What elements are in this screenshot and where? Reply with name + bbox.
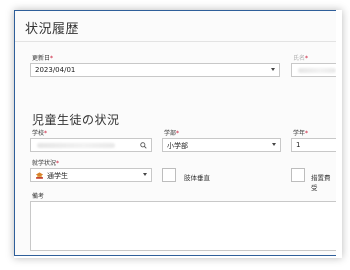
checkbox-measure-label: 措置費受 bbox=[311, 174, 331, 192]
department-value: 小学部 bbox=[167, 142, 188, 150]
window-title: 状況履歴 bbox=[25, 22, 80, 37]
required-mark: * bbox=[176, 130, 180, 137]
required-mark: * bbox=[305, 130, 309, 137]
department-label-text: 学部 bbox=[164, 130, 177, 137]
grade-label-text: 学年 bbox=[293, 130, 306, 137]
status-history-window: 状況履歴 更新日* 2023/04/01 氏名* 児童生徒の状況 学校* 学部*… bbox=[14, 10, 336, 256]
grade-value: 1 bbox=[296, 141, 301, 149]
notes-label: 備考 bbox=[32, 193, 45, 200]
update-date-label-text: 更新日 bbox=[32, 55, 51, 62]
name-field[interactable] bbox=[291, 63, 336, 77]
checkbox-physical-label: 肢体垂直 bbox=[184, 174, 210, 182]
school-label: 学校* bbox=[32, 128, 47, 137]
chevron-down-icon bbox=[272, 143, 276, 146]
name-label-text: 氏名 bbox=[293, 55, 306, 62]
chevron-down-icon bbox=[271, 68, 275, 71]
checkbox-physical[interactable] bbox=[162, 168, 176, 182]
search-icon[interactable] bbox=[140, 142, 147, 149]
redacted-name bbox=[298, 68, 336, 73]
window-header: 状況履歴 bbox=[15, 11, 336, 42]
update-date-select[interactable]: 2023/04/01 bbox=[30, 63, 280, 77]
required-mark: * bbox=[305, 55, 309, 62]
name-label: 氏名* bbox=[293, 53, 308, 62]
update-date-label: 更新日* bbox=[32, 53, 53, 62]
student-status-icon bbox=[35, 172, 44, 179]
section-title: 児童生徒の状況 bbox=[32, 113, 120, 127]
department-label: 学部* bbox=[164, 128, 179, 137]
required-mark: * bbox=[50, 55, 54, 62]
required-mark: * bbox=[56, 160, 60, 167]
chevron-down-icon bbox=[143, 173, 147, 176]
attendance-select[interactable]: 通学生 bbox=[30, 168, 152, 182]
school-field[interactable] bbox=[30, 138, 152, 152]
school-label-text: 学校 bbox=[32, 130, 45, 137]
update-date-value: 2023/04/01 bbox=[35, 66, 76, 74]
notes-textarea[interactable] bbox=[30, 201, 336, 251]
grade-field[interactable]: 1 bbox=[291, 138, 336, 152]
redacted-school bbox=[37, 143, 115, 148]
attendance-label-text: 就学状況 bbox=[32, 160, 57, 167]
required-mark: * bbox=[44, 130, 48, 137]
grade-label: 学年* bbox=[293, 128, 308, 137]
department-select[interactable]: 小学部 bbox=[162, 138, 281, 152]
attendance-label: 就学状況* bbox=[32, 158, 59, 167]
checkbox-measure[interactable] bbox=[291, 168, 305, 182]
attendance-value: 通学生 bbox=[47, 172, 68, 180]
